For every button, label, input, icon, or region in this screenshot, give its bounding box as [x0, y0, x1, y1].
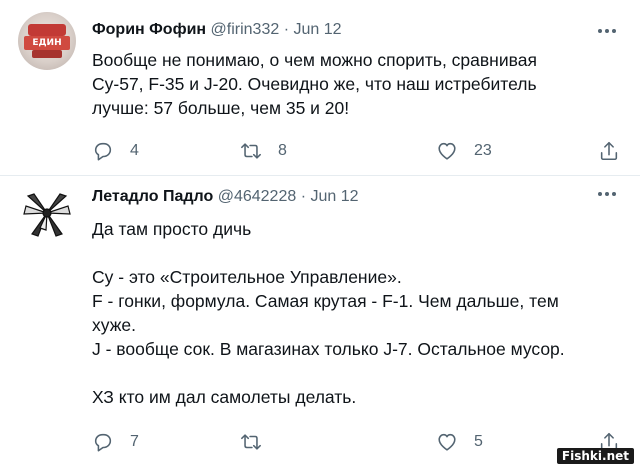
retweet-count: 8 — [278, 142, 287, 159]
tweet-text: Вообще не понимаю, о чем можно спорить, … — [92, 48, 620, 120]
tweet-line: J - вообще сок. В магазинах только J-7. … — [92, 339, 565, 359]
retweet-button[interactable]: 8 — [240, 139, 287, 163]
retweet-icon — [241, 143, 261, 159]
more-icon[interactable] — [598, 191, 618, 197]
like-count: 23 — [474, 142, 492, 159]
reply-button[interactable]: 7 — [92, 430, 139, 454]
reply-icon — [94, 433, 112, 452]
header-separator: · — [283, 21, 290, 38]
tweet-header: Форин Фофин @firin332 · Jun 12 — [92, 20, 342, 40]
tweet[interactable]: ЕДИН Форин Фофин @firin332 · Jun 12 Вооб… — [0, 0, 640, 176]
avatar[interactable]: ЕДИН — [18, 12, 76, 70]
tweet-line: лучше: 57 больше, чем 35 и 20! — [92, 98, 350, 118]
more-icon[interactable] — [598, 28, 618, 34]
retweet-icon — [241, 434, 261, 450]
tweet-line: F - гонки, формула. Самая крутая - F-1. … — [92, 291, 559, 311]
like-button[interactable]: 23 — [436, 139, 492, 163]
tweet-date[interactable]: Jun 12 — [293, 21, 341, 38]
tweet-actions: 7 5 — [92, 430, 622, 454]
author-handle[interactable]: @4642228 — [218, 188, 297, 205]
tweet-header: Летадло Падло @4642228 · Jun 12 — [92, 187, 359, 207]
avatar-badge-text: ЕДИН — [24, 36, 70, 50]
like-button[interactable]: 5 — [436, 430, 483, 454]
avatar[interactable] — [18, 184, 76, 242]
avatar-badge-bottom — [32, 50, 62, 58]
like-count: 5 — [474, 433, 483, 450]
tweet[interactable]: Летадло Падло @4642228 · Jun 12 Да там п… — [0, 176, 640, 468]
heart-icon — [438, 142, 456, 160]
share-icon — [600, 141, 618, 161]
tweet-line: Да там просто дичь — [92, 219, 252, 239]
reply-icon — [94, 142, 112, 161]
tweet-text: Да там просто дичь Су - это «Строительно… — [92, 217, 620, 409]
author-handle[interactable]: @firin332 — [211, 21, 280, 38]
tweet-line: Вообще не понимаю, о чем можно спорить, … — [92, 50, 537, 70]
avatar-badge-top — [28, 24, 66, 36]
tweet-line: Су-57, F-35 и J-20. Очевидно же, что наш… — [92, 74, 537, 94]
tweet-line: хуже. — [92, 315, 136, 335]
watermark: Fishki.net — [556, 448, 634, 464]
tweet-line: ХЗ кто им дал самолеты делать. — [92, 387, 357, 407]
share-button[interactable] — [598, 139, 620, 163]
header-separator: · — [300, 188, 307, 205]
reply-button[interactable]: 4 — [92, 139, 139, 163]
tweet-line: Су - это «Строительное Управление». — [92, 267, 402, 287]
ribbon-bow-icon — [23, 193, 71, 237]
tweet-actions: 4 8 23 — [92, 139, 622, 163]
retweet-button[interactable] — [240, 430, 278, 454]
heart-icon — [438, 433, 456, 451]
author-name[interactable]: Форин Фофин — [92, 21, 206, 38]
author-name[interactable]: Летадло Падло — [92, 188, 213, 205]
reply-count: 4 — [130, 142, 139, 159]
reply-count: 7 — [130, 433, 139, 450]
tweet-date[interactable]: Jun 12 — [310, 188, 358, 205]
